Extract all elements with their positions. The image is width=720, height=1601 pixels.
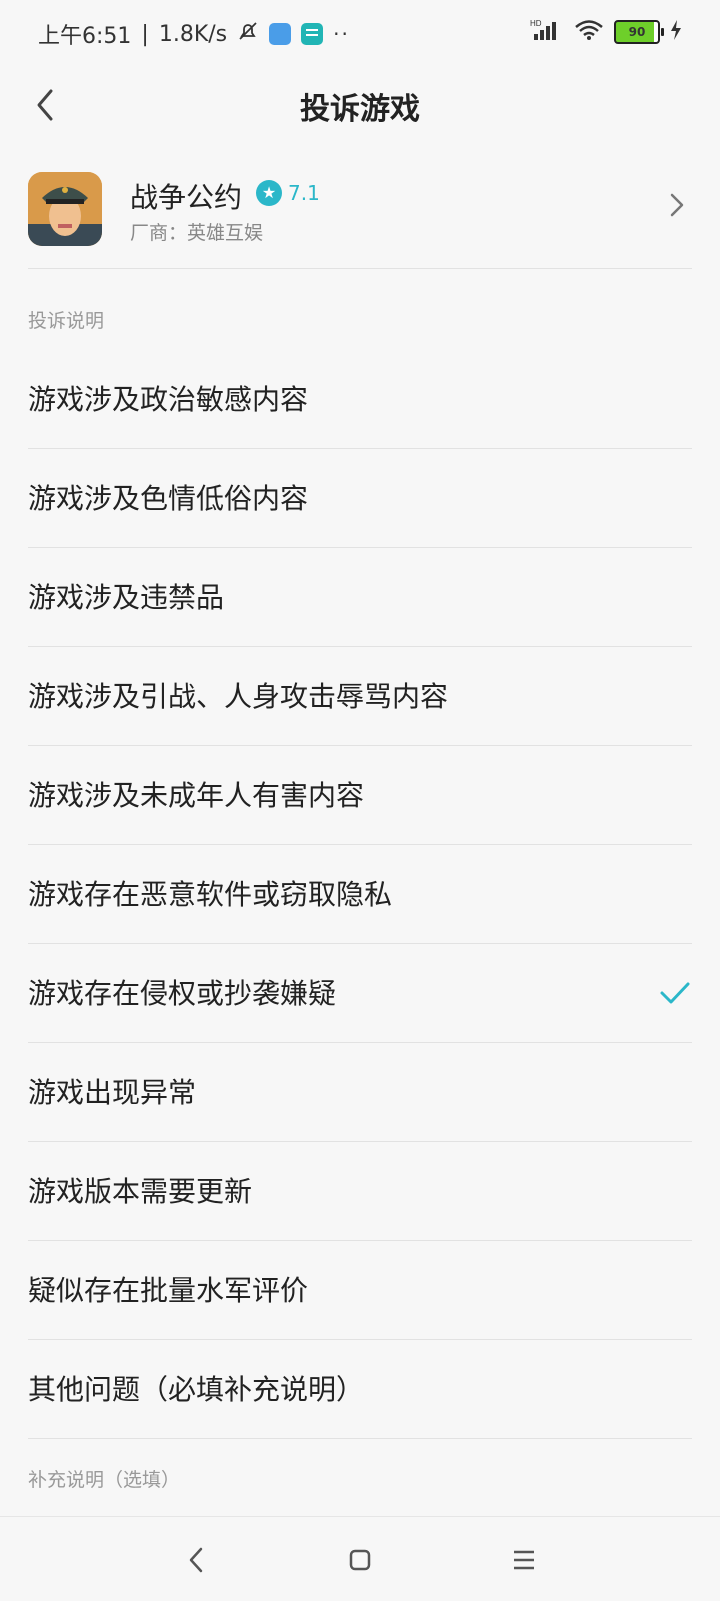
option-label: 游戏涉及未成年人有害内容 [28, 779, 365, 812]
page-title: 投诉游戏 [300, 92, 420, 127]
nav-menu-icon [514, 1550, 534, 1570]
option-label: 疑似存在批量水军评价 [28, 1274, 309, 1307]
option-label: 游戏涉及引战、人身攻击辱骂内容 [28, 680, 449, 713]
option-item[interactable]: 其他问题（必填补充说明） [28, 1340, 692, 1439]
nav-menu-button[interactable] [504, 1543, 544, 1577]
section-title-complaint: 投诉说明 [28, 310, 105, 332]
option-item[interactable]: 游戏涉及色情低俗内容 [28, 449, 692, 548]
divider [28, 268, 692, 269]
weather-app-icon [269, 23, 292, 45]
status-bar: 上午6:51 | 1.8K/s ·· HD 90 [0, 0, 720, 70]
option-label: 其他问题（必填补充说明） [28, 1373, 365, 1406]
nav-back-button[interactable] [176, 1543, 216, 1577]
option-item[interactable]: 游戏涉及未成年人有害内容 [28, 746, 692, 845]
svg-text:HD: HD [530, 19, 542, 28]
option-item-selected[interactable]: 游戏存在侵权或抄袭嫌疑 [28, 944, 692, 1043]
status-time: 上午6:51 [38, 24, 132, 49]
header: 投诉游戏 [0, 70, 720, 140]
wifi-icon [574, 19, 604, 45]
option-label: 游戏涉及政治敏感内容 [28, 383, 309, 416]
rating: ★ 7.1 [256, 180, 320, 206]
option-item[interactable]: 游戏出现异常 [28, 1043, 692, 1142]
more-notifications-icon: ·· [333, 22, 350, 46]
option-label: 游戏出现异常 [28, 1076, 197, 1109]
battery-icon: 90 [614, 20, 664, 44]
option-label: 游戏存在侵权或抄袭嫌疑 [28, 977, 337, 1010]
complaint-options: 游戏涉及政治敏感内容 游戏涉及色情低俗内容 游戏涉及违禁品 游戏涉及引战、人身攻… [28, 350, 692, 1439]
app-name: 战争公约 [130, 181, 243, 214]
status-left: 上午6:51 | 1.8K/s ·· [38, 18, 350, 50]
option-label: 游戏版本需要更新 [28, 1175, 253, 1208]
app-icon [28, 172, 102, 246]
star-icon: ★ [256, 180, 282, 206]
charging-icon [670, 20, 682, 44]
app-card[interactable]: 战争公约 ★ 7.1 厂商：英雄互娱 [28, 168, 692, 264]
option-label: 游戏存在恶意软件或窃取隐私 [28, 878, 393, 911]
muted-bell-icon [237, 20, 259, 48]
nav-back-icon [189, 1547, 203, 1573]
option-label: 游戏涉及违禁品 [28, 581, 225, 614]
notes-app-icon [301, 23, 324, 45]
status-right: HD 90 [530, 18, 682, 46]
chevron-right-icon [662, 190, 692, 220]
option-item[interactable]: 游戏涉及政治敏感内容 [28, 350, 692, 449]
option-item[interactable]: 游戏涉及违禁品 [28, 548, 692, 647]
status-separator: | [141, 21, 149, 47]
system-nav-bar [0, 1516, 720, 1601]
developer: 厂商：英雄互娱 [130, 222, 264, 244]
signal-icon: HD [530, 18, 564, 46]
section-title-supplement: 补充说明（选填） [28, 1469, 181, 1491]
nav-home-button[interactable] [340, 1543, 380, 1577]
check-icon [658, 976, 692, 1010]
network-speed: 1.8K/s [158, 21, 228, 47]
option-label: 游戏涉及色情低俗内容 [28, 482, 309, 515]
option-item[interactable]: 游戏存在恶意软件或窃取隐私 [28, 845, 692, 944]
option-item[interactable]: 游戏涉及引战、人身攻击辱骂内容 [28, 647, 692, 746]
rating-value: 7.1 [288, 181, 320, 205]
option-item[interactable]: 游戏版本需要更新 [28, 1142, 692, 1241]
nav-home-icon [349, 1549, 371, 1571]
option-item[interactable]: 疑似存在批量水军评价 [28, 1241, 692, 1340]
